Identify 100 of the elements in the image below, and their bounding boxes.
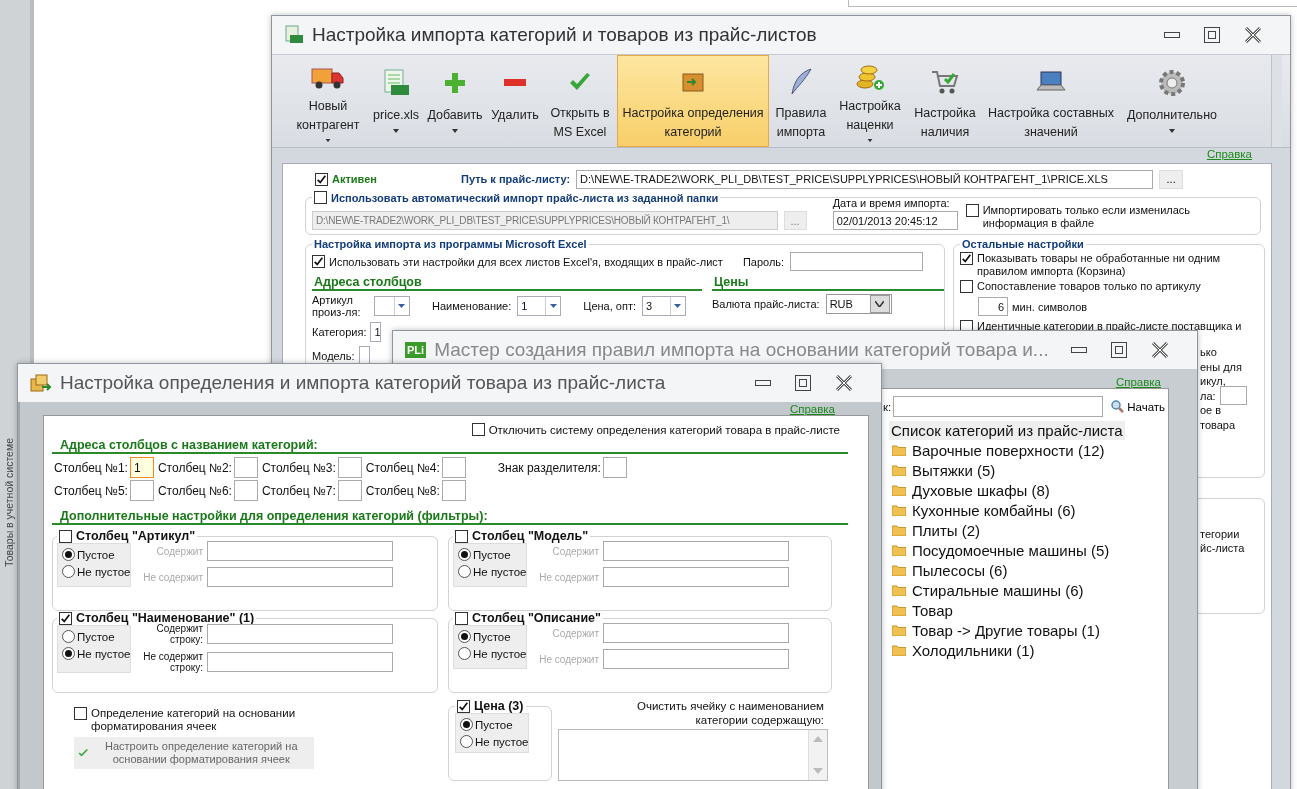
- list-item[interactable]: Посудомоечные машины (5): [912, 541, 1110, 559]
- checkbox[interactable]: [59, 611, 72, 625]
- checkbox[interactable]: [59, 529, 72, 543]
- checkbox[interactable]: [315, 172, 328, 186]
- column-field[interactable]: [441, 480, 466, 501]
- toolbar-button[interactable]: Настройка определения категорий: [617, 55, 769, 147]
- column-dropdown[interactable]: 3: [642, 296, 686, 316]
- checkbox[interactable]: [960, 280, 973, 293]
- list-item[interactable]: Холодильники (1): [912, 641, 1035, 659]
- field-label: Содержит строку:: [155, 623, 203, 645]
- column-field[interactable]: [441, 457, 466, 478]
- list-item[interactable]: Варочные поверхности (12): [912, 441, 1105, 459]
- column-field[interactable]: [129, 480, 154, 501]
- caret-icon: [393, 129, 399, 133]
- column-field[interactable]: [233, 480, 258, 501]
- toolbar-button[interactable]: Правила импорта: [770, 55, 832, 147]
- checkbox[interactable]: [471, 423, 485, 436]
- toolbar-button[interactable]: Настройка наличия: [908, 55, 982, 147]
- column-field[interactable]: [233, 457, 258, 478]
- search-icon: [1111, 400, 1125, 413]
- list-item[interactable]: Стиральные машины (6): [912, 581, 1084, 599]
- start-button[interactable]: Начать: [1105, 400, 1166, 413]
- currency-dropdown[interactable]: RUB: [825, 294, 892, 314]
- list-item[interactable]: Духовые шкафы (8): [912, 481, 1050, 499]
- column-field[interactable]: [337, 457, 362, 478]
- radio-button[interactable]: [458, 630, 471, 643]
- logo: PLi: [405, 342, 427, 358]
- toolbar-button[interactable]: Удалить: [487, 55, 543, 147]
- section-title: Цены: [712, 275, 944, 291]
- list-item[interactable]: Товар -> Другие товары (1): [912, 621, 1100, 639]
- text-field[interactable]: [207, 652, 393, 672]
- toolbar-button[interactable]: Настройка составных значений: [983, 55, 1119, 147]
- checkbox[interactable]: [312, 255, 325, 268]
- close-icon[interactable]: [835, 375, 853, 391]
- column-dropdown[interactable]: 1: [370, 322, 382, 342]
- radio-button[interactable]: [62, 630, 75, 643]
- checkbox[interactable]: [960, 252, 973, 265]
- maximize-icon[interactable]: [795, 375, 811, 391]
- radio-button[interactable]: [62, 548, 75, 561]
- text-field[interactable]: [207, 624, 393, 644]
- password-field[interactable]: [790, 252, 924, 271]
- checkbox[interactable]: [455, 529, 468, 543]
- field-label: мин. символов: [1012, 300, 1088, 313]
- toolbar-button[interactable]: price.xls: [369, 55, 423, 147]
- minimize-icon[interactable]: [755, 380, 771, 386]
- number-field[interactable]: 6: [978, 297, 1008, 316]
- checkbox[interactable]: [457, 699, 470, 713]
- checkbox[interactable]: [455, 611, 468, 625]
- toolbar-button[interactable]: Настройка наценки: [833, 55, 907, 147]
- browse-button[interactable]: ...: [783, 211, 807, 230]
- list-item[interactable]: Плиты (2): [912, 521, 981, 539]
- radio-button[interactable]: [62, 565, 75, 578]
- text-field[interactable]: [603, 623, 789, 643]
- folder-field[interactable]: D:\NEW\E-TRADE2\WORK_PLI_DB\TEST_PRICE\SUPPLYPRICES\НОВЫЙ КОНТРАГЕНТ_1\: [312, 211, 778, 230]
- minus-icon: [504, 79, 526, 87]
- folder-icon: [892, 644, 906, 656]
- toolbar-button[interactable]: Открыть в MS Excel: [544, 55, 616, 147]
- field-label: Столбец №3:: [261, 460, 336, 475]
- toolbar-button[interactable]: Новый контрагент: [288, 55, 368, 147]
- text-field[interactable]: [207, 541, 393, 561]
- minimize-icon[interactable]: [1071, 347, 1087, 353]
- date-field[interactable]: 02/01/2013 20:45:12: [832, 211, 958, 230]
- list-item[interactable]: Кухонные комбайны (6): [912, 501, 1076, 519]
- radio-button[interactable]: [62, 647, 75, 660]
- radio-button[interactable]: [460, 735, 473, 748]
- text-field[interactable]: [603, 541, 789, 561]
- close-icon[interactable]: [1244, 27, 1262, 43]
- text-field[interactable]: [1219, 386, 1247, 406]
- column-field[interactable]: [337, 480, 362, 501]
- maximize-icon[interactable]: [1204, 27, 1220, 43]
- folder-icon: [892, 504, 906, 516]
- maximize-icon[interactable]: [1111, 342, 1127, 358]
- text-field[interactable]: [207, 567, 393, 587]
- radio-button[interactable]: [458, 647, 471, 660]
- path-field[interactable]: D:\NEW\E-TRADE2\WORK_PLI_DB\TEST_PRICE\SUPPLYPRICES\НОВЫЙ КОНТРАГЕНТ_1\PRICE.XLS: [576, 169, 1154, 189]
- list-item[interactable]: Пылесосы (6): [912, 561, 1008, 579]
- side-tab[interactable]: Товары в учетной системе: [3, 438, 15, 567]
- window-title: Мастер создания правил импорта на основании категорий товара и...: [434, 339, 1050, 361]
- list-item[interactable]: Вытяжки (5): [912, 461, 996, 479]
- search-field[interactable]: [893, 396, 1104, 417]
- text-field[interactable]: [603, 649, 789, 669]
- list-item[interactable]: Товар: [912, 601, 953, 619]
- field-label: Знак разделителя:: [497, 460, 601, 475]
- browse-button[interactable]: ...: [1159, 169, 1184, 189]
- separator-field[interactable]: [602, 457, 627, 478]
- scrollbar[interactable]: [1271, 55, 1282, 147]
- radio-button[interactable]: [458, 548, 471, 561]
- radio-button[interactable]: [460, 718, 473, 731]
- close-icon[interactable]: [1151, 342, 1169, 358]
- text-field[interactable]: [603, 567, 789, 587]
- radio-button[interactable]: [458, 565, 471, 578]
- toolbar-button[interactable]: Добавить: [424, 55, 486, 147]
- checkbox[interactable]: [314, 191, 327, 204]
- minimize-icon[interactable]: [1164, 32, 1180, 38]
- column-field[interactable]: 1: [129, 457, 154, 478]
- column-dropdown[interactable]: 1: [517, 296, 562, 316]
- checkbox-label: Показывать товары не обработанные ни одним правилом импорта (Корзина): [977, 252, 1222, 278]
- checkbox[interactable]: [965, 204, 979, 217]
- toolbar-button[interactable]: Дополнительно: [1120, 55, 1224, 147]
- spreadsheet-icon: [284, 25, 304, 45]
